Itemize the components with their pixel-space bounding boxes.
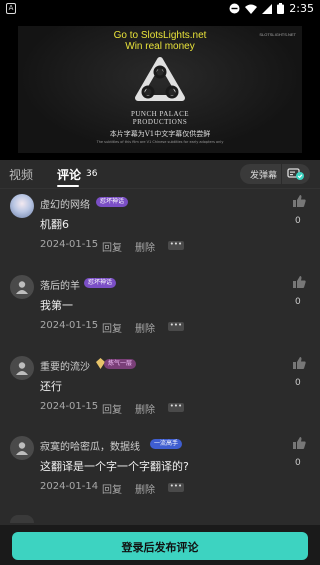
avatar[interactable] — [10, 194, 34, 218]
video-overlay-line2: Win real money — [125, 41, 195, 52]
comment-text: 机翻6 — [40, 218, 69, 231]
like-count: 0 — [295, 216, 301, 226]
comments-panel: 视频 评论 36 发弹幕 虚幻的网络 怼坏神话 机翻6 2024-01-15 回… — [0, 160, 320, 565]
comment-item: 寂寞的哈密瓜，数据线 一流高手 这翻译是一个字一个字翻译的? 2024-01-1… — [0, 436, 320, 514]
tab-video[interactable]: 视频 — [9, 166, 33, 183]
delete-button[interactable]: 删除 — [135, 239, 155, 254]
default-avatar-icon — [16, 362, 28, 375]
reply-button[interactable]: 回复 — [102, 481, 122, 496]
avatar[interactable] — [10, 436, 34, 460]
video-player[interactable]: Go to SlotsLights.net Win real money SLO… — [0, 18, 320, 160]
danmu-toggle-icon[interactable] — [287, 167, 305, 181]
video-frame[interactable]: Go to SlotsLights.net Win real money SLO… — [18, 26, 302, 153]
comment-date: 2024-01-15 — [40, 320, 99, 331]
brand-line2: PRODUCTIONS — [132, 118, 188, 126]
more-options-button[interactable]: ••• — [168, 322, 184, 331]
punch-palace-logo — [135, 57, 185, 101]
avatar[interactable] — [10, 356, 34, 380]
send-danmu-button[interactable]: 发弹幕 — [250, 168, 277, 181]
battery-icon — [277, 3, 285, 14]
comment-date: 2024-01-15 — [40, 401, 99, 412]
delete-button[interactable]: 删除 — [135, 481, 155, 496]
thumbs-up-icon[interactable] — [291, 436, 307, 450]
clock: 2:35 — [289, 2, 314, 15]
reply-button[interactable]: 回复 — [102, 239, 122, 254]
signal-icon — [262, 3, 273, 14]
login-to-comment-button[interactable]: 登录后发布评论 — [12, 532, 308, 560]
comment-item: 虚幻的网络 怼坏神话 机翻6 2024-01-15 回复 删除 ••• 0 — [0, 194, 320, 272]
bottom-bar: 登录后发布评论 — [0, 525, 320, 565]
status-bar: A 2:35 — [0, 0, 320, 18]
tab-bar: 视频 评论 36 发弹幕 — [0, 160, 320, 188]
like-count: 0 — [295, 297, 301, 307]
delete-button[interactable]: 删除 — [135, 320, 155, 335]
comment-count: 36 — [86, 169, 98, 179]
video-subtitle: 本片字幕为V1中文字幕仅供尝鲜 — [109, 130, 211, 138]
user-badge: 怼坏神话 — [96, 197, 129, 207]
more-options-button[interactable]: ••• — [168, 483, 184, 492]
user-badge: 怼坏神话 — [84, 278, 117, 288]
comment-username[interactable]: 寂寞的哈密瓜，数据线 — [40, 438, 140, 453]
thumbs-up-icon[interactable] — [291, 356, 307, 370]
more-options-button[interactable]: ••• — [168, 403, 184, 412]
login-to-comment-label: 登录后发布评论 — [121, 541, 199, 554]
default-avatar-icon — [16, 281, 28, 294]
wifi-icon — [245, 4, 258, 14]
video-watermark: SLOTSLIGHTS.NET — [259, 32, 296, 37]
like-count: 0 — [295, 458, 301, 468]
reply-button[interactable]: 回复 — [102, 320, 122, 335]
comment-username[interactable]: 虚幻的网络 — [40, 196, 90, 211]
comment-item: 重要的流沙 炼气一层 还行 2024-01-15 回复 删除 ••• 0 — [0, 356, 320, 434]
thumbs-up-icon[interactable] — [291, 194, 307, 208]
avatar[interactable] — [10, 275, 34, 299]
user-badge: 一流高手 — [150, 439, 183, 449]
thumbs-up-icon[interactable] — [291, 275, 307, 289]
status-icons: 2:35 — [229, 2, 314, 15]
comment-text: 还行 — [40, 380, 62, 393]
comment-text: 我第一 — [40, 299, 73, 312]
comment-date: 2024-01-14 — [40, 481, 99, 492]
reply-button[interactable]: 回复 — [102, 401, 122, 416]
tab-comments[interactable]: 评论 — [57, 166, 81, 183]
comment-text: 这翻译是一个字一个字翻译的? — [40, 460, 189, 473]
tabs-divider — [0, 188, 320, 189]
more-options-button[interactable]: ••• — [168, 241, 184, 250]
notification-icon: A — [6, 3, 16, 14]
like-count: 0 — [295, 378, 301, 388]
comment-item: 落后的羊 怼坏神话 我第一 2024-01-15 回复 删除 ••• 0 — [0, 275, 320, 353]
brand-line1: PUNCH PALACE — [130, 110, 190, 118]
delete-button[interactable]: 删除 — [135, 401, 155, 416]
tab-underline — [57, 185, 79, 187]
danmu-divider — [281, 164, 282, 184]
user-badge: 炼气一层 — [104, 359, 137, 369]
default-avatar-icon — [16, 442, 28, 455]
comment-username[interactable]: 重要的流沙 — [40, 358, 90, 373]
comment-username[interactable]: 落后的羊 — [40, 277, 80, 292]
danmu-control: 发弹幕 — [240, 164, 310, 184]
video-subtitle-small: The subtitles of this film are V1 Chines… — [96, 140, 224, 144]
next-comment-avatar-partial — [10, 515, 34, 523]
minus-circle-icon — [229, 3, 240, 14]
comment-date: 2024-01-15 — [40, 239, 99, 250]
